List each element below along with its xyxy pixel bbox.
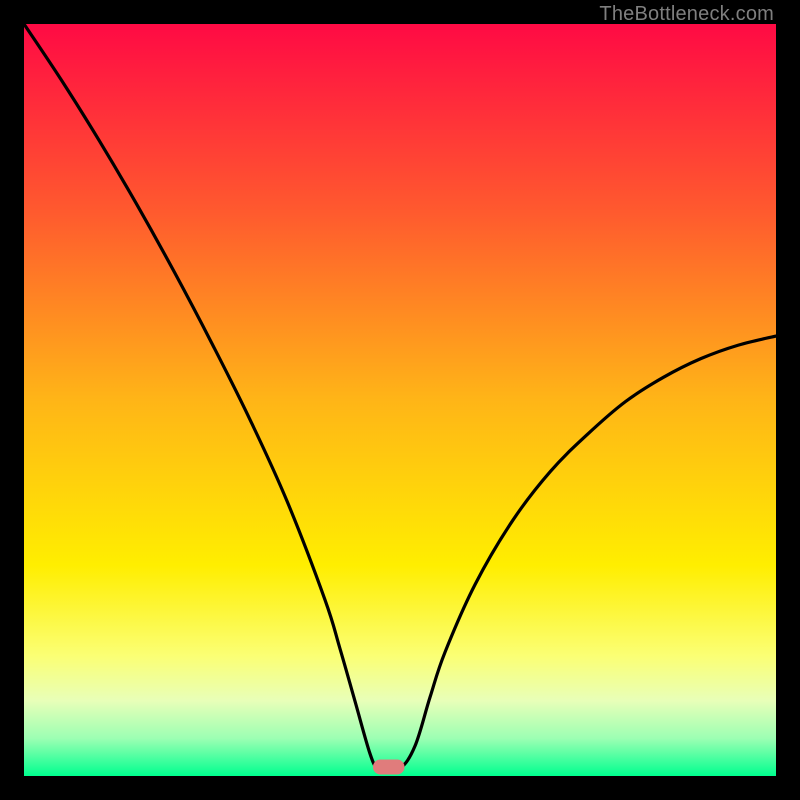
plot-area	[24, 24, 776, 776]
gradient-background	[24, 24, 776, 776]
chart-frame: TheBottleneck.com	[0, 0, 800, 800]
marker	[373, 759, 405, 774]
watermark-label: TheBottleneck.com	[599, 3, 774, 26]
chart-svg	[24, 24, 776, 776]
